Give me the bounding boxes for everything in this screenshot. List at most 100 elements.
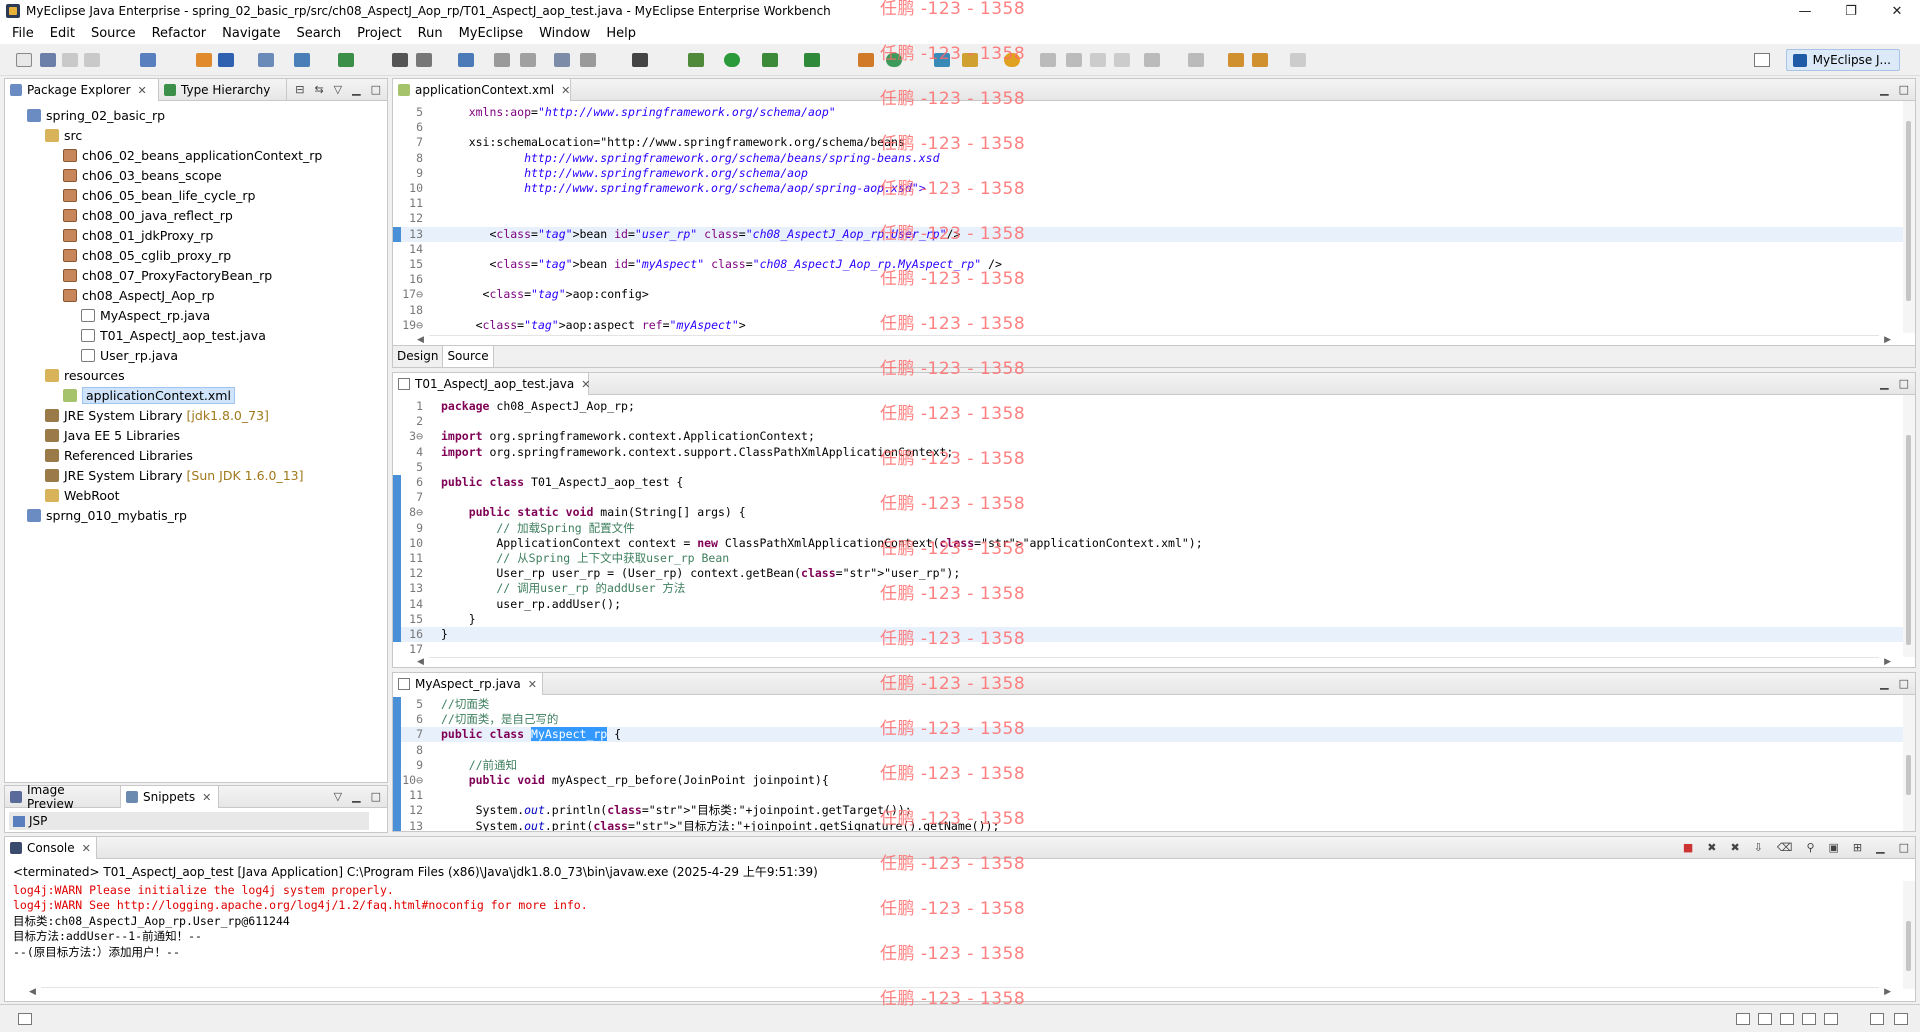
close-icon[interactable]: ✕ (82, 842, 91, 855)
close-icon[interactable]: ✕ (561, 84, 570, 97)
code-line[interactable]: 19⊖ <class="tag">aop:aspect ref="myAspec… (393, 318, 1915, 333)
code-line[interactable]: 7 xsi:schemaLocation="http://www.springf… (393, 135, 1915, 150)
code-line[interactable]: 9 // 加载Spring 配置文件 (393, 521, 1915, 536)
view-menu-icon[interactable]: ▽ (334, 83, 342, 96)
close-icon[interactable]: ✕ (528, 678, 537, 691)
maximize-view-icon[interactable]: □ (371, 790, 381, 803)
prev-annotation-icon[interactable] (1188, 53, 1204, 67)
open-perspective-icon[interactable] (1754, 53, 1770, 67)
pin-console-icon[interactable]: ⚲ (1806, 841, 1814, 854)
back-icon[interactable] (1252, 53, 1268, 67)
tree-item[interactable]: JRE System Library [jdk1.8.0_73] (45, 405, 269, 425)
highlight-icon[interactable] (1090, 53, 1106, 67)
maximize-view-icon[interactable]: □ (1899, 83, 1909, 96)
menu-search[interactable]: Search (288, 26, 349, 41)
menu-project[interactable]: Project (349, 26, 409, 41)
status-tool-2-icon[interactable] (1758, 1013, 1772, 1025)
code-line[interactable]: 6 public class T01_AspectJ_aop_test { (393, 475, 1915, 490)
new-package-icon[interactable] (338, 53, 354, 67)
tree-item[interactable]: ch08_01_jdkProxy_rp (63, 225, 213, 245)
code-line[interactable]: 13 System.out.print(class="str">"目标方法:"+… (393, 819, 1915, 831)
aspect-vertical-scrollbar[interactable] (1903, 695, 1915, 831)
status-tool-7-icon[interactable] (1894, 1013, 1908, 1025)
tree-item[interactable]: sprng_010_mybatis_rp (27, 505, 187, 525)
tab-package-explorer[interactable]: Package Explorer ✕ (5, 79, 159, 101)
aspect-source-code[interactable]: 5//切面类 6//切面类，是自己写的 7 public class MyAspect… (393, 695, 1915, 831)
tree-item[interactable]: ch08_07_ProxyFactoryBean_rp (63, 265, 272, 285)
code-line[interactable]: 10 ApplicationContext context = new Clas… (393, 536, 1915, 551)
tab-type-hierarchy[interactable]: Type Hierarchy (159, 79, 287, 101)
menu-run[interactable]: Run (410, 26, 451, 41)
minimize-view-icon[interactable]: ▁ (1876, 841, 1884, 854)
tree-item[interactable]: ch06_05_bean_life_cycle_rp (63, 185, 255, 205)
terminate-icon[interactable]: ■ (1683, 841, 1693, 854)
tree-item[interactable]: Java EE 5 Libraries (45, 425, 180, 445)
remove-all-launches-icon[interactable]: ✖ (1730, 841, 1739, 854)
code-line[interactable]: 1 package ch08_AspectJ_Aop_rp; (393, 399, 1915, 414)
test-horizontal-scrollbar[interactable]: ◀ ▶ (417, 657, 1891, 667)
code-line[interactable]: 5 xmlns:aop="http://www.springframework.… (393, 105, 1915, 120)
xml-horizontal-scrollbar[interactable]: ◀ ▶ (417, 335, 1891, 345)
save-all-icon[interactable] (62, 53, 78, 67)
code-line[interactable]: 7 (393, 490, 1915, 505)
code-line[interactable]: 8 http://www.springframework.org/schema/… (393, 151, 1915, 166)
tab-image-preview[interactable]: Image Preview (5, 783, 121, 811)
menu-help[interactable]: Help (598, 26, 644, 41)
test-vertical-scrollbar[interactable] (1903, 395, 1915, 657)
minimize-view-icon[interactable]: ▁ (1880, 83, 1888, 96)
menu-window[interactable]: Window (531, 26, 598, 41)
code-line[interactable]: 12 System.out.println(class="str">"目标类:"… (393, 803, 1915, 818)
menu-edit[interactable]: Edit (42, 26, 83, 41)
maximize-button[interactable]: ❐ (1828, 0, 1874, 22)
code-line[interactable]: 11 (393, 788, 1915, 803)
new-icon[interactable] (16, 53, 32, 67)
whitespace-icon[interactable] (1114, 53, 1130, 67)
last-edit-icon[interactable] (1228, 53, 1244, 67)
tree-item[interactable]: ch06_02_beans_applicationContext_rp (63, 145, 322, 165)
code-line[interactable]: 8⊖ public static void main(String[] args… (393, 505, 1915, 520)
code-line[interactable]: 15 <class="tag">bean id="myAspect" class… (393, 257, 1915, 272)
collapse-all-icon[interactable]: ⊟ (295, 83, 304, 96)
refresh-icon[interactable] (886, 53, 902, 67)
menu-myeclipse[interactable]: MyEclipse (451, 26, 532, 41)
tree-item[interactable]: src (45, 125, 82, 145)
code-line[interactable]: 17 (393, 642, 1915, 657)
tree-item[interactable]: ch06_03_beans_scope (63, 165, 222, 185)
tab-snippets[interactable]: Snippets ✕ (121, 786, 219, 808)
status-tool-4-icon[interactable] (1802, 1013, 1816, 1025)
code-line[interactable]: 5//切面类 (393, 697, 1915, 712)
code-line[interactable]: 9 http://www.springframework.org/schema/… (393, 166, 1915, 181)
menu-refactor[interactable]: Refactor (144, 26, 215, 41)
new-class-icon[interactable] (294, 53, 310, 67)
print-icon[interactable] (84, 53, 100, 67)
pin-icon[interactable] (1040, 53, 1056, 67)
code-line[interactable]: 16} (393, 627, 1915, 642)
minimize-view-icon[interactable]: ▁ (1880, 677, 1888, 690)
code-line[interactable]: 10 http://www.springframework.org/schema… (393, 181, 1915, 196)
status-tool-6-icon[interactable] (1870, 1013, 1884, 1025)
maximize-view-icon[interactable]: □ (371, 83, 381, 96)
tree-item[interactable]: MyAspect_rp.java (81, 305, 210, 325)
tree-item[interactable]: ch08_00_java_reflect_rp (63, 205, 233, 225)
deploy-icon[interactable] (196, 53, 212, 67)
xml-vertical-scrollbar[interactable] (1903, 101, 1915, 333)
run-icon[interactable] (724, 53, 740, 67)
terminal-icon[interactable] (494, 53, 510, 67)
code-line[interactable]: 6 (393, 120, 1915, 135)
code-line[interactable]: 12 (393, 211, 1915, 226)
snippet-category-jsp[interactable]: JSP (9, 812, 369, 830)
open-console-icon[interactable]: ⊞ (1853, 841, 1862, 854)
code-line[interactable]: 14 (393, 242, 1915, 257)
tab-myaspect[interactable]: MyAspect_rp.java ✕ (393, 673, 543, 695)
server-icon[interactable] (218, 53, 234, 67)
open-type-icon[interactable] (258, 53, 274, 67)
link-editor-icon[interactable]: ⇆ (314, 83, 323, 96)
tree-item[interactable]: JRE System Library [Sun JDK 1.6.0_13] (45, 465, 304, 485)
perspective-myeclipse-button[interactable]: MyEclipse J... (1785, 49, 1900, 71)
code-line[interactable]: 14 user_rp.addUser(); (393, 597, 1915, 612)
debug-icon[interactable] (688, 53, 704, 67)
maximize-view-icon[interactable]: □ (1899, 377, 1909, 390)
search-icon[interactable] (962, 53, 978, 67)
code-line[interactable]: 18 (393, 303, 1915, 318)
maximize-view-icon[interactable]: □ (1899, 677, 1909, 690)
